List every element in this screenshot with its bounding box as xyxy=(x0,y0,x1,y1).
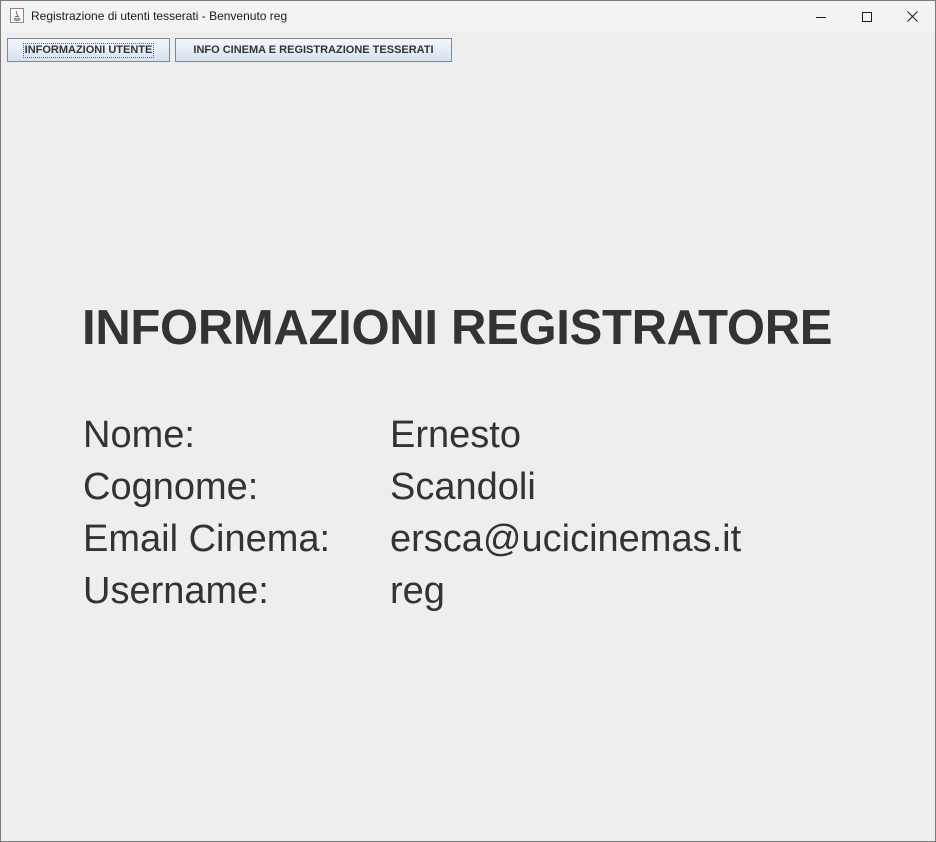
window-title: Registrazione di utenti tesserati - Benv… xyxy=(31,9,288,23)
close-icon xyxy=(906,11,918,22)
email-cinema-label: Email Cinema: xyxy=(83,518,331,560)
tab-informazioni-utente[interactable]: INFORMAZIONI UTENTE xyxy=(7,38,170,62)
username-value: reg xyxy=(390,570,445,612)
minimize-button[interactable] xyxy=(798,1,844,32)
java-icon xyxy=(10,8,24,23)
main-panel: INFORMAZIONI UTENTE INFO CINEMA E REGIST… xyxy=(1,32,935,841)
email-cinema-value: ersca@ucicinemas.it xyxy=(390,518,742,560)
cognome-label: Cognome: xyxy=(83,466,259,508)
tab-label: INFORMAZIONI UTENTE xyxy=(22,42,155,58)
tab-label: INFO CINEMA E REGISTRAZIONE TESSERATI xyxy=(193,44,434,56)
close-button[interactable] xyxy=(889,1,935,32)
tab-info-cinema-registrazione[interactable]: INFO CINEMA E REGISTRAZIONE TESSERATI xyxy=(175,38,452,62)
minimize-icon xyxy=(816,16,826,18)
app-window: Registrazione di utenti tesserati - Benv… xyxy=(0,0,936,842)
title-bar[interactable]: Registrazione di utenti tesserati - Benv… xyxy=(1,1,935,32)
username-label: Username: xyxy=(83,570,269,612)
nome-label: Nome: xyxy=(83,414,195,456)
maximize-icon xyxy=(862,11,872,22)
cognome-value: Scandoli xyxy=(390,466,536,508)
maximize-button[interactable] xyxy=(844,1,890,32)
page-title: INFORMAZIONI REGISTRATORE xyxy=(82,301,833,355)
nome-value: Ernesto xyxy=(390,414,521,456)
